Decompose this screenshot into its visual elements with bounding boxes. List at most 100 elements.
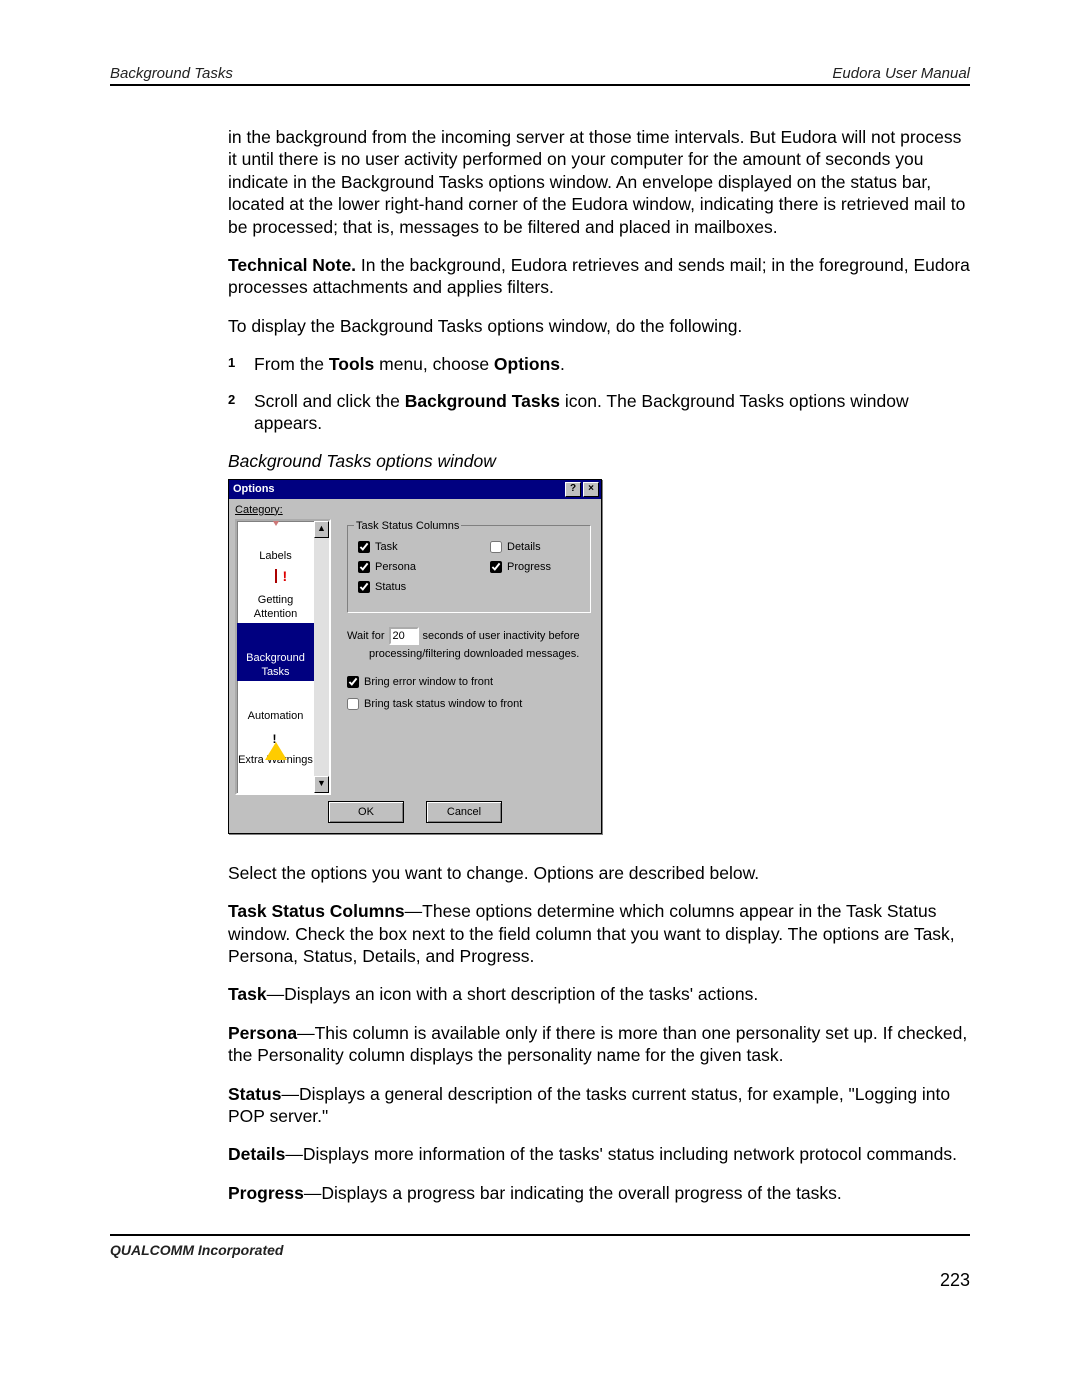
desc-progress: Progress—Displays a progress bar indicat…: [228, 1182, 970, 1204]
chk-details-input[interactable]: [490, 541, 502, 553]
automation-icon: [263, 685, 289, 707]
chk-error-front-label: Bring error window to front: [364, 675, 493, 689]
attention-icon: [263, 569, 289, 591]
titlebar-buttons: ? ×: [565, 482, 599, 497]
para-display: To display the Background Tasks options …: [228, 315, 970, 337]
category-label: Category:: [235, 503, 283, 517]
para-technote: Technical Note. In the background, Eudor…: [228, 254, 970, 299]
steps-list: 1 From the Tools menu, choose Options. 2…: [228, 353, 970, 434]
t: —Displays a progress bar indicating the …: [304, 1183, 842, 1203]
cat-label: Labels: [259, 550, 291, 562]
chk-task-label: Task: [375, 540, 398, 554]
chk-status-input[interactable]: [358, 581, 370, 593]
chk-status-front-input[interactable]: [347, 698, 359, 710]
step-2: 2 Scroll and click the Background Tasks …: [228, 390, 970, 435]
category-item-automation[interactable]: Automation: [237, 681, 314, 725]
chk-task[interactable]: Task: [358, 540, 450, 554]
header-left: Background Tasks: [110, 65, 233, 82]
scroll-track[interactable]: [314, 538, 329, 776]
chk-progress-label: Progress: [507, 560, 551, 574]
step-num: 1: [228, 355, 235, 372]
cat-label: Automation: [248, 710, 304, 722]
labels-icon: [263, 525, 289, 547]
wait-line2: processing/filtering downloaded messages…: [347, 647, 591, 661]
t: —Displays a general description of the t…: [228, 1084, 950, 1126]
desc-task-status-columns: Task Status Columns—These options determ…: [228, 900, 970, 967]
misc-icon: [263, 773, 289, 787]
category-row: Labels Getting Attention Background Task…: [235, 519, 595, 795]
chk-status-label: Status: [375, 580, 406, 594]
category-item-background-tasks[interactable]: Background Tasks: [237, 623, 314, 681]
chk-details[interactable]: Details: [490, 540, 582, 554]
page: Background Tasks Eudora User Manual in t…: [0, 0, 1080, 1397]
chk-persona-label: Persona: [375, 560, 416, 574]
header-right: Eudora User Manual: [832, 65, 970, 82]
t: —Displays an icon with a short descripti…: [267, 984, 759, 1004]
chk-progress[interactable]: Progress: [490, 560, 582, 574]
header-rule: [110, 84, 970, 86]
b: Persona: [228, 1023, 297, 1043]
t: From the: [254, 354, 329, 374]
cat-label: Background Tasks: [246, 652, 305, 678]
step-num: 2: [228, 392, 235, 409]
t: Scroll and click the: [254, 391, 405, 411]
chk-error-front[interactable]: Bring error window to front: [347, 675, 591, 689]
para-after1: Select the options you want to change. O…: [228, 862, 970, 884]
footer-rule: [110, 1234, 970, 1236]
dialog-buttons: OK Cancel: [235, 801, 595, 823]
titlebar[interactable]: Options ? ×: [229, 480, 601, 499]
t: Background Tasks: [405, 391, 560, 411]
desc-task: Task—Displays an icon with a short descr…: [228, 983, 970, 1005]
desc-persona: Persona—This column is available only if…: [228, 1022, 970, 1067]
b: Details: [228, 1144, 285, 1164]
content: in the background from the incoming serv…: [228, 126, 970, 1204]
warning-icon: [263, 729, 289, 751]
category-item-partial[interactable]: [237, 769, 314, 791]
cancel-button[interactable]: Cancel: [426, 801, 502, 823]
chk-persona-input[interactable]: [358, 561, 370, 573]
chk-status[interactable]: Status: [358, 580, 450, 594]
chk-progress-input[interactable]: [490, 561, 502, 573]
b: Status: [228, 1084, 281, 1104]
t: Options: [494, 354, 560, 374]
technote-label: Technical Note.: [228, 255, 356, 275]
cat-label: Getting Attention: [254, 594, 297, 620]
scroll-down-icon[interactable]: ▼: [314, 776, 329, 793]
chk-status-front-label: Bring task status window to front: [364, 697, 522, 711]
options-dialog: Options ? × Category: Labels: [228, 479, 602, 834]
wait-suffix: seconds of user inactivity before: [423, 629, 580, 643]
chk-task-input[interactable]: [358, 541, 370, 553]
b: Progress: [228, 1183, 304, 1203]
t: menu, choose: [374, 354, 494, 374]
para-intro: in the background from the incoming serv…: [228, 126, 970, 238]
chk-status-front[interactable]: Bring task status window to front: [347, 697, 591, 711]
wait-seconds-input[interactable]: [389, 627, 419, 645]
figure-caption: Background Tasks options window: [228, 450, 970, 472]
category-list[interactable]: Labels Getting Attention Background Task…: [235, 519, 331, 795]
desc-status: Status—Displays a general description of…: [228, 1083, 970, 1128]
dialog-title: Options: [233, 482, 275, 496]
category-item-labels[interactable]: Labels: [237, 521, 314, 565]
right-pane: Task Status Columns Task Details Persona…: [331, 519, 595, 795]
t: Tools: [329, 354, 374, 374]
dialog-body: Category: Labels Getting Attention: [229, 499, 601, 833]
close-icon[interactable]: ×: [583, 482, 599, 497]
category-item-getting-attention[interactable]: Getting Attention: [237, 565, 314, 623]
ok-button[interactable]: OK: [328, 801, 404, 823]
scroll-up-icon[interactable]: ▲: [314, 521, 329, 538]
background-tasks-icon: [263, 627, 289, 649]
wait-line: Wait for seconds of user inactivity befo…: [347, 627, 591, 645]
category-items: Labels Getting Attention Background Task…: [237, 521, 314, 793]
t: —Displays more information of the tasks'…: [285, 1144, 957, 1164]
chk-persona[interactable]: Persona: [358, 560, 450, 574]
task-status-columns-group: Task Status Columns Task Details Persona…: [347, 525, 591, 613]
category-item-extra-warnings[interactable]: Extra Warnings: [237, 725, 314, 769]
page-number: 223: [940, 1270, 970, 1291]
help-icon[interactable]: ?: [565, 482, 581, 497]
running-header: Background Tasks Eudora User Manual: [110, 65, 970, 82]
chk-error-front-input[interactable]: [347, 676, 359, 688]
category-scrollbar[interactable]: ▲ ▼: [314, 521, 329, 793]
b: Task: [228, 984, 267, 1004]
b: Task Status Columns: [228, 901, 405, 921]
chk-details-label: Details: [507, 540, 541, 554]
